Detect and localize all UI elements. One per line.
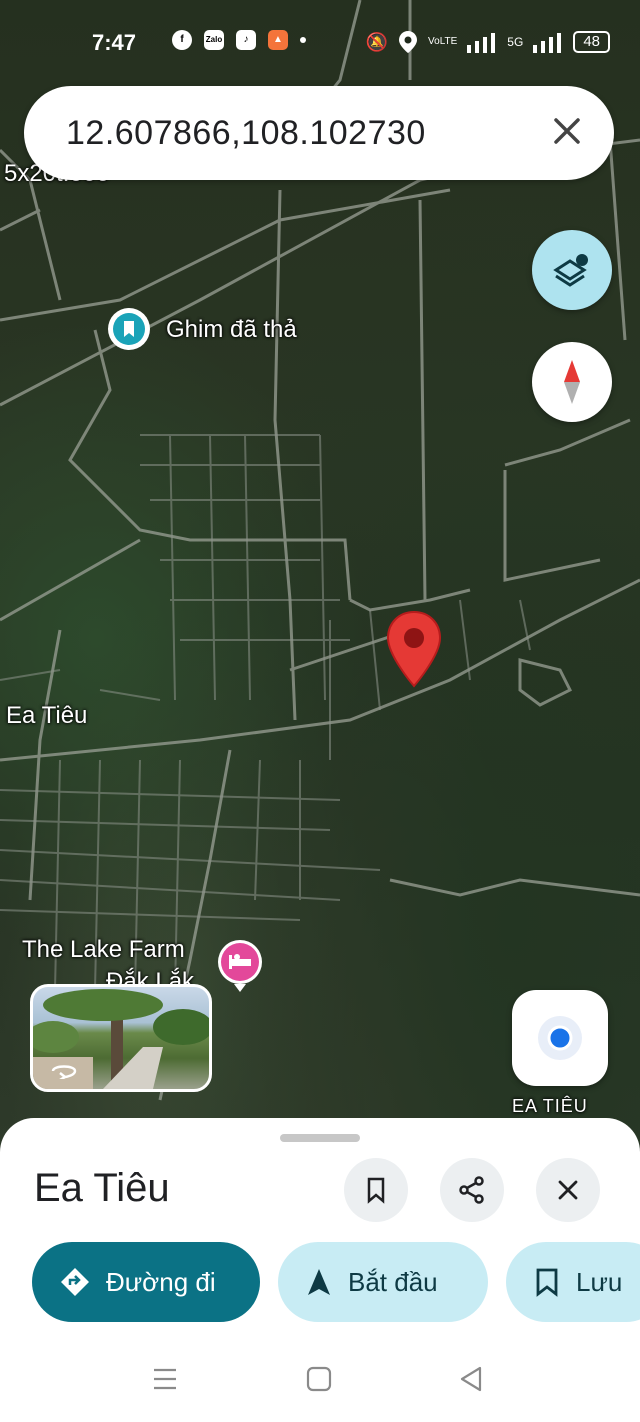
my-location-icon bbox=[538, 1016, 582, 1060]
compass-icon bbox=[564, 360, 580, 404]
menu-icon[interactable] bbox=[150, 1364, 180, 1394]
signal-5g-icon bbox=[533, 33, 562, 53]
search-query[interactable]: 12.607866,108.102730 bbox=[66, 114, 426, 153]
poi-name-line1[interactable]: The Lake Farm bbox=[22, 936, 185, 964]
my-location-button[interactable] bbox=[512, 990, 608, 1086]
save-label: Lưu bbox=[576, 1266, 623, 1297]
start-button[interactable]: Bắt đầu bbox=[278, 1242, 488, 1322]
bookmark-icon bbox=[367, 1177, 385, 1204]
start-label: Bắt đầu bbox=[348, 1266, 438, 1297]
directions-button[interactable]: Đường đi bbox=[32, 1242, 260, 1322]
save-icon-button[interactable] bbox=[344, 1158, 408, 1222]
status-time: 7:47 bbox=[92, 30, 137, 55]
map-pin-icon bbox=[386, 610, 442, 688]
home-icon[interactable] bbox=[304, 1364, 334, 1394]
close-icon[interactable] bbox=[550, 114, 584, 148]
save-button[interactable]: Lưu bbox=[506, 1242, 640, 1322]
notification-icons: f Zalo ♪ ▲ bbox=[172, 30, 306, 50]
more-dot-icon bbox=[300, 37, 306, 43]
game-icon: ▲ bbox=[268, 30, 288, 50]
place-title: Ea Tiêu bbox=[34, 1166, 170, 1210]
system-nav-bar bbox=[0, 1340, 640, 1422]
directions-icon bbox=[61, 1268, 89, 1296]
status-bar: 7:47 f Zalo ♪ ▲ 🔕 VoLTE 5G 48 bbox=[0, 18, 640, 68]
navigation-arrow-icon bbox=[308, 1269, 330, 1295]
zalo-icon: Zalo bbox=[204, 30, 224, 50]
location-icon bbox=[399, 31, 418, 53]
street-view-thumbnail[interactable] bbox=[30, 984, 212, 1092]
mute-icon: 🔕 bbox=[365, 31, 389, 52]
facebook-icon: f bbox=[172, 30, 192, 50]
my-location-caption: EA TIÊU bbox=[512, 1096, 588, 1116]
search-bar[interactable]: 12.607866,108.102730 bbox=[24, 86, 614, 180]
system-icons: 🔕 VoLTE 5G 48 bbox=[366, 30, 610, 54]
selected-location-pin[interactable] bbox=[386, 610, 442, 690]
bookmark-icon bbox=[124, 321, 134, 337]
5g-label: 5G bbox=[507, 35, 524, 49]
hotel-icon bbox=[218, 940, 262, 992]
layers-icon bbox=[553, 254, 588, 287]
share-icon bbox=[459, 1176, 484, 1204]
back-icon[interactable] bbox=[456, 1364, 486, 1394]
directions-label: Đường đi bbox=[106, 1266, 216, 1297]
battery-level: 48 bbox=[573, 31, 610, 53]
hotel-marker[interactable] bbox=[218, 940, 262, 992]
tiktok-icon: ♪ bbox=[236, 30, 256, 50]
close-icon bbox=[558, 1180, 578, 1200]
share-button[interactable] bbox=[440, 1158, 504, 1222]
town-label: Ea Tiêu bbox=[6, 702, 88, 729]
signal-icon bbox=[467, 33, 496, 53]
volte-label: VoLTE bbox=[428, 36, 458, 47]
dropped-pin-marker[interactable] bbox=[108, 308, 150, 350]
360-rotate-icon bbox=[51, 1065, 77, 1079]
dropped-pin-label: Ghim đã thả bbox=[166, 316, 297, 343]
close-sheet-button[interactable] bbox=[536, 1158, 600, 1222]
bookmark-icon bbox=[536, 1268, 558, 1297]
layers-button[interactable] bbox=[532, 230, 612, 310]
compass-button[interactable] bbox=[532, 342, 612, 422]
drag-handle[interactable] bbox=[280, 1134, 360, 1142]
